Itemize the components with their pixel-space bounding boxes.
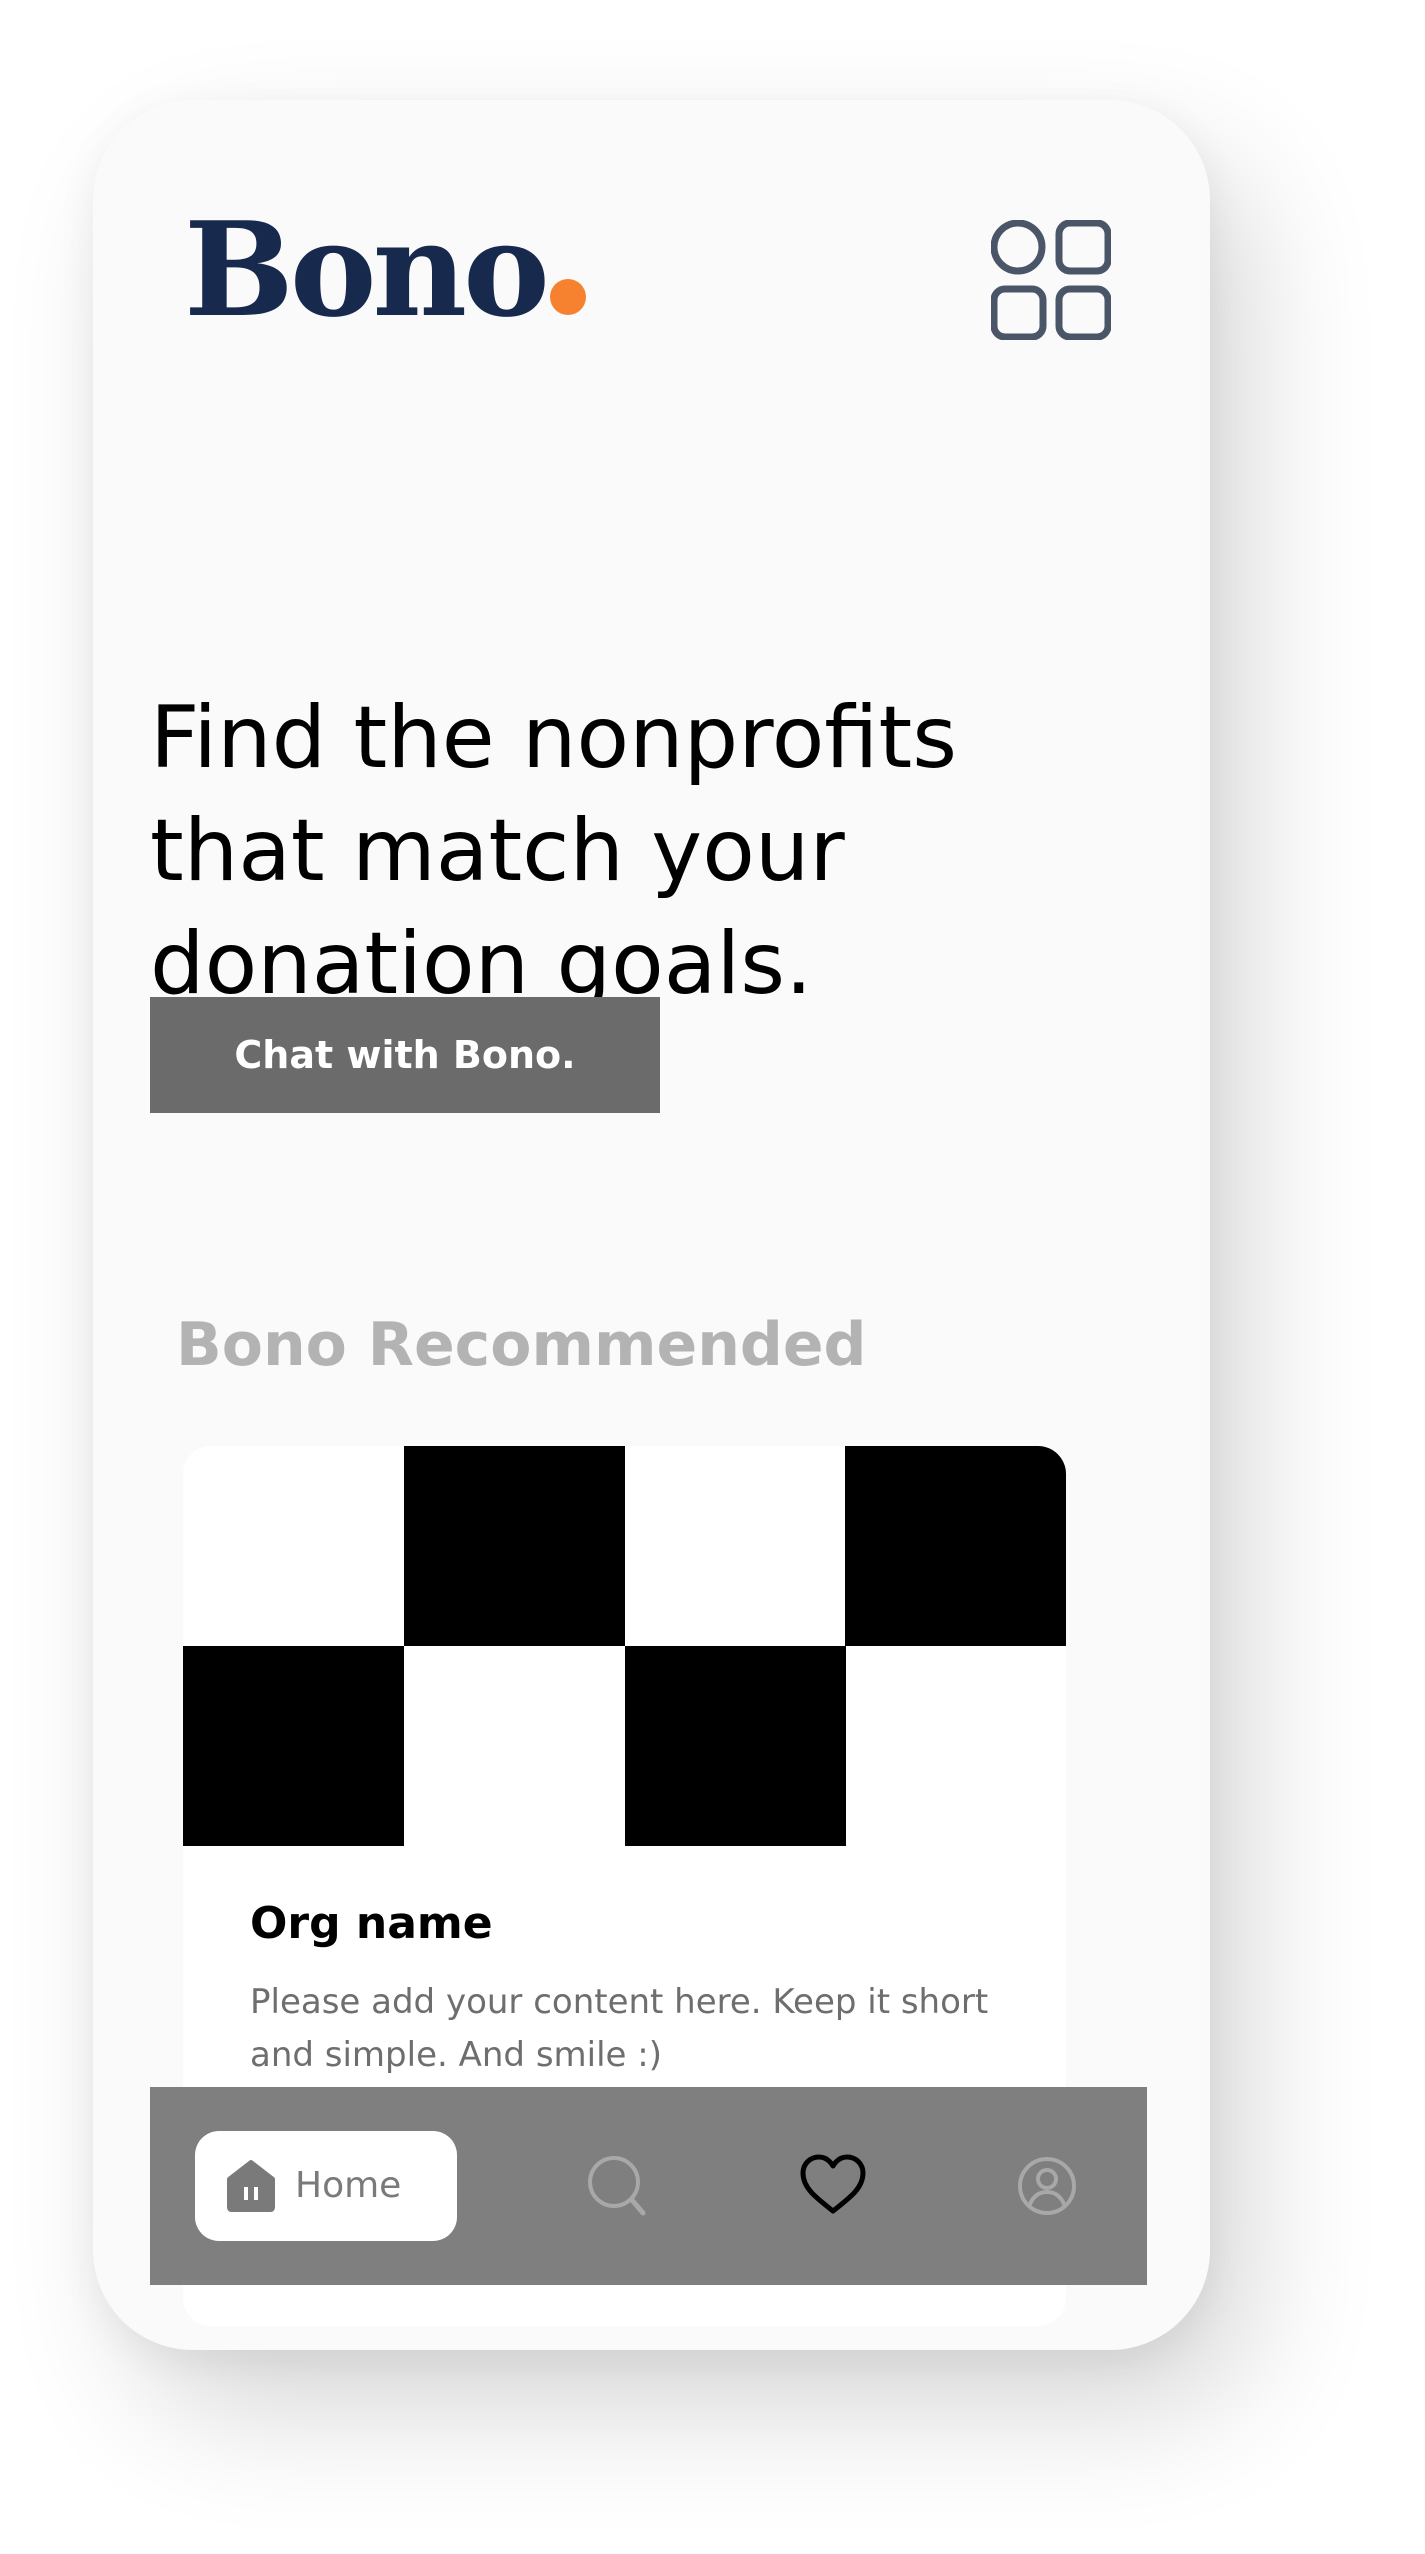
nav-item-home[interactable]: Home	[195, 2131, 457, 2241]
hero-title: Find the nonprofits that match your dona…	[150, 688, 958, 1014]
grid-square-shape	[990, 285, 1047, 341]
profile-head-shape	[1036, 2168, 1058, 2190]
profile-body-shape	[1028, 2189, 1066, 2206]
nav-item-search[interactable]	[583, 2151, 653, 2221]
section-title: Bono Recommended	[176, 1310, 867, 1380]
search-icon	[588, 2156, 646, 2216]
nav-item-favorites[interactable]	[798, 2151, 868, 2221]
nav-item-profile[interactable]	[1012, 2151, 1082, 2221]
home-door-bar	[254, 2187, 258, 2200]
logo-text: Bono	[184, 193, 550, 346]
org-name: Org name	[250, 1898, 493, 1949]
home-shape	[227, 2160, 275, 2212]
grid-square-shape	[1055, 219, 1112, 275]
profile-icon	[1018, 2157, 1076, 2215]
grid-menu-icon-svg	[990, 219, 1112, 341]
home-door-bar	[244, 2187, 248, 2200]
logo-dot	[549, 279, 586, 315]
grid-circle-shape	[990, 219, 1046, 275]
org-description: Please add your content here. Keep it sh…	[250, 1982, 989, 2075]
bono-logo[interactable]: Bono	[184, 205, 586, 335]
checker-square	[625, 1646, 846, 1846]
search-handle-shape	[629, 2197, 646, 2216]
chat-with-bono-button[interactable]: Chat with Bono.	[150, 997, 660, 1113]
bottom-nav: Home	[150, 2087, 1147, 2285]
grid-square-shape	[1055, 285, 1112, 341]
home-icon	[227, 2160, 275, 2212]
org-image	[183, 1446, 1066, 1846]
checker-square	[404, 1446, 625, 1646]
heart-icon	[800, 2154, 866, 2214]
phone-screen: Bono Find the nonprofits that match your…	[93, 100, 1210, 2350]
heart-shape	[800, 2154, 866, 2214]
grid-menu-icon[interactable]	[990, 219, 1112, 341]
checker-square	[183, 1646, 404, 1846]
checker-square	[845, 1446, 1066, 1646]
nav-home-label: Home	[295, 2165, 402, 2206]
